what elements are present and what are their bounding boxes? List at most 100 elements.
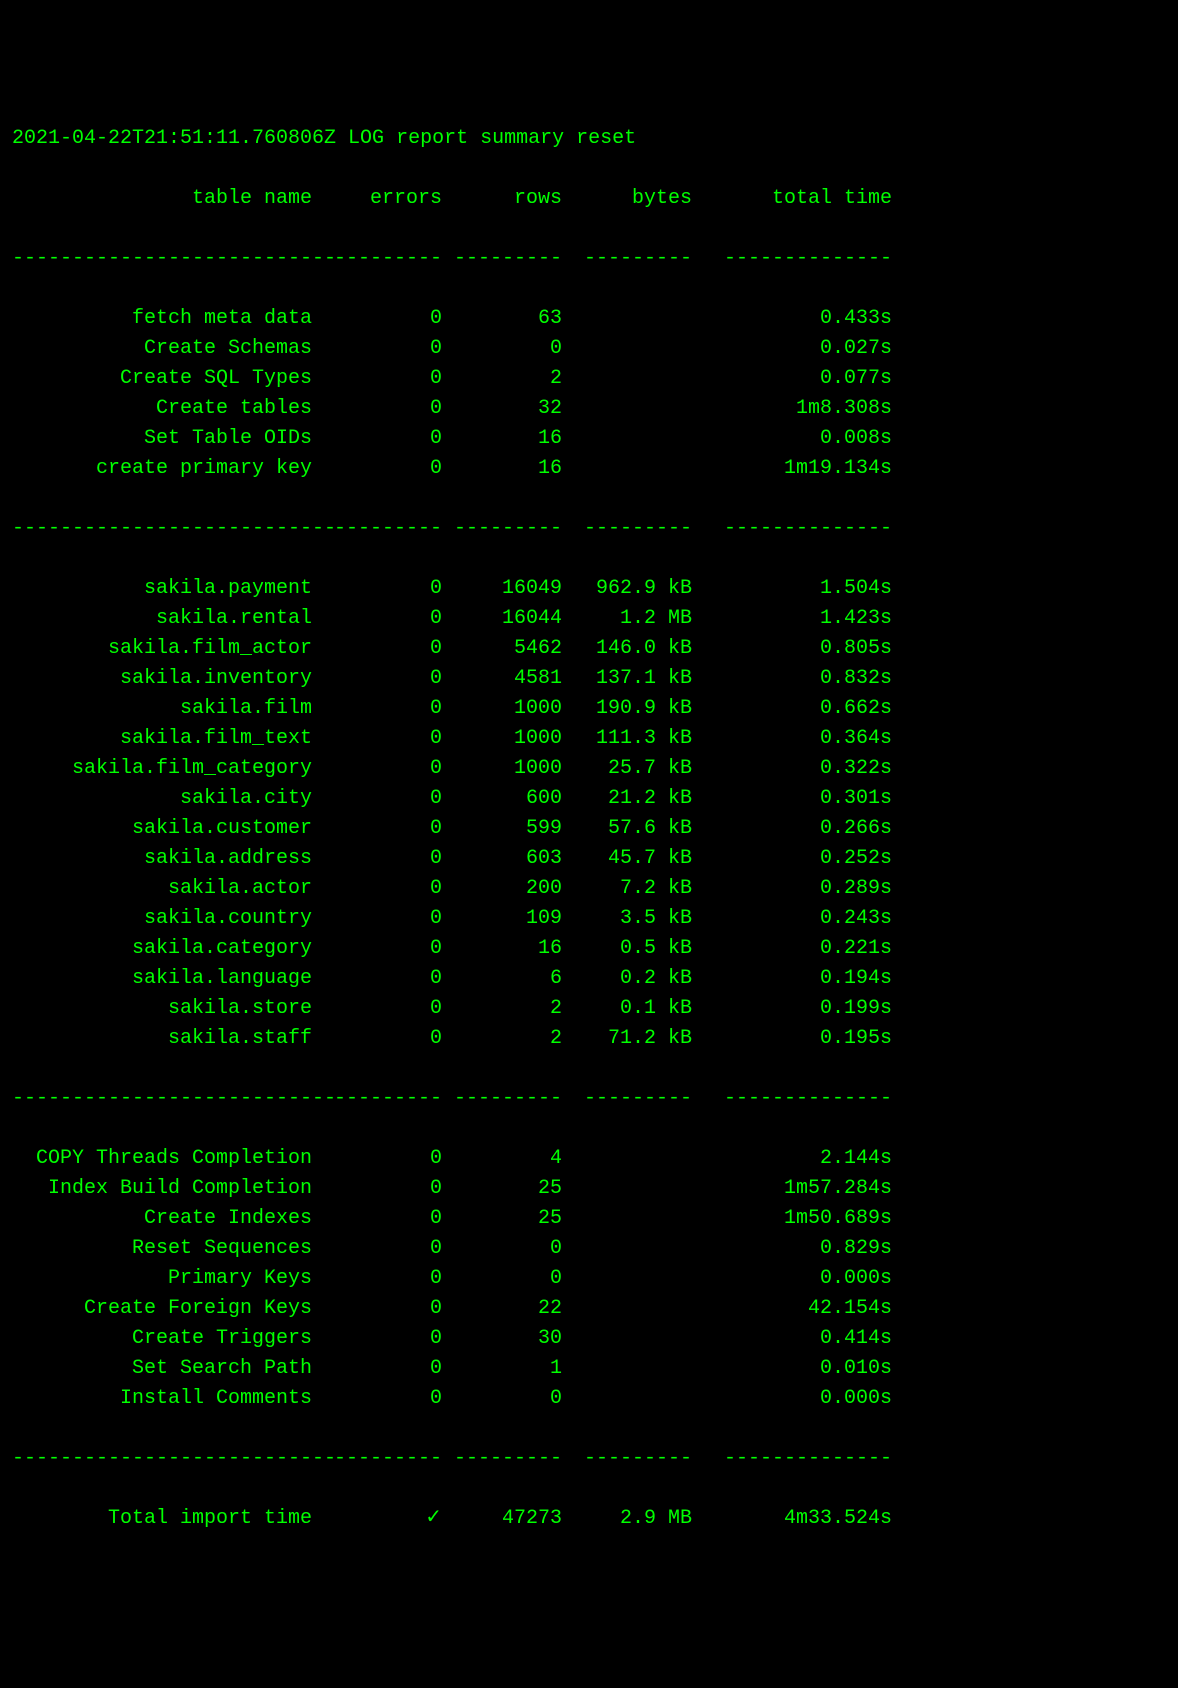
cell-bytes xyxy=(562,304,692,334)
table-row: sakila.actor 0 200 7.2 kB 0.289s xyxy=(12,874,1166,904)
cell-bytes: 137.1 kB xyxy=(562,664,692,694)
table-row: Create Foreign Keys 0 22 42.154s xyxy=(12,1294,1166,1324)
cell-rows: 32 xyxy=(442,394,562,424)
cell-errors: 0 xyxy=(312,694,442,724)
cell-rows: 109 xyxy=(442,904,562,934)
cell-time: 0.414s xyxy=(692,1324,892,1354)
cell-time: 0.832s xyxy=(692,664,892,694)
cell-time: 0.199s xyxy=(692,994,892,1024)
cell-time: 1m50.689s xyxy=(692,1204,892,1234)
separator-row xyxy=(12,1084,1166,1114)
total-name: Total import time xyxy=(12,1504,312,1534)
cell-bytes: 0.2 kB xyxy=(562,964,692,994)
cell-name: sakila.payment xyxy=(12,574,312,604)
cell-rows: 2 xyxy=(442,994,562,1024)
cell-errors: 0 xyxy=(312,964,442,994)
cell-bytes: 25.7 kB xyxy=(562,754,692,784)
cell-rows: 0 xyxy=(442,1384,562,1414)
cell-bytes: 0.5 kB xyxy=(562,934,692,964)
cell-bytes xyxy=(562,424,692,454)
cell-bytes xyxy=(562,1324,692,1354)
cell-errors: 0 xyxy=(312,1264,442,1294)
table-row: sakila.rental 0 16044 1.2 MB 1.423s xyxy=(12,604,1166,634)
table-row: sakila.language 0 6 0.2 kB 0.194s xyxy=(12,964,1166,994)
cell-rows: 30 xyxy=(442,1324,562,1354)
cell-errors: 0 xyxy=(312,1174,442,1204)
table-row: Reset Sequences 0 0 0.829s xyxy=(12,1234,1166,1264)
cell-errors: 0 xyxy=(312,574,442,604)
cell-rows: 6 xyxy=(442,964,562,994)
cell-time: 0.252s xyxy=(692,844,892,874)
cell-rows: 16044 xyxy=(442,604,562,634)
table-row: Index Build Completion 0 25 1m57.284s xyxy=(12,1174,1166,1204)
cell-errors: 0 xyxy=(312,1024,442,1054)
section-setup: fetch meta data 0 63 0.433sCreate Schema… xyxy=(12,304,1166,484)
table-row: sakila.film_text 0 1000 111.3 kB 0.364s xyxy=(12,724,1166,754)
cell-rows: 2 xyxy=(442,364,562,394)
cell-bytes xyxy=(562,1384,692,1414)
cell-name: sakila.rental xyxy=(12,604,312,634)
table-row: Set Search Path 0 1 0.010s xyxy=(12,1354,1166,1384)
cell-errors: 0 xyxy=(312,604,442,634)
cell-rows: 0 xyxy=(442,334,562,364)
cell-name: Primary Keys xyxy=(12,1264,312,1294)
cell-bytes: 146.0 kB xyxy=(562,634,692,664)
cell-time: 1.423s xyxy=(692,604,892,634)
cell-errors: 0 xyxy=(312,994,442,1024)
cell-name: sakila.address xyxy=(12,844,312,874)
cell-bytes xyxy=(562,1174,692,1204)
cell-time: 0.266s xyxy=(692,814,892,844)
cell-name: COPY Threads Completion xyxy=(12,1144,312,1174)
cell-bytes xyxy=(562,1264,692,1294)
table-row: COPY Threads Completion 0 4 2.144s xyxy=(12,1144,1166,1174)
separator-row xyxy=(12,514,1166,544)
cell-name: Create Triggers xyxy=(12,1324,312,1354)
separator-row xyxy=(12,1444,1166,1474)
cell-errors: 0 xyxy=(312,424,442,454)
log-line: 2021-04-22T21:51:11.760806Z LOG report s… xyxy=(12,124,1166,154)
cell-name: sakila.staff xyxy=(12,1024,312,1054)
cell-bytes: 57.6 kB xyxy=(562,814,692,844)
table-row: sakila.country 0 109 3.5 kB 0.243s xyxy=(12,904,1166,934)
section-tables: sakila.payment 0 16049 962.9 kB 1.504ssa… xyxy=(12,574,1166,1054)
cell-bytes xyxy=(562,1294,692,1324)
table-row: sakila.film 0 1000 190.9 kB 0.662s xyxy=(12,694,1166,724)
cell-errors: 0 xyxy=(312,1144,442,1174)
cell-bytes: 190.9 kB xyxy=(562,694,692,724)
header-errors: errors xyxy=(312,184,442,214)
cell-time: 1.504s xyxy=(692,574,892,604)
cell-time: 0.805s xyxy=(692,634,892,664)
cell-name: sakila.film_actor xyxy=(12,634,312,664)
cell-rows: 603 xyxy=(442,844,562,874)
cell-name: sakila.city xyxy=(12,784,312,814)
cell-name: Install Comments xyxy=(12,1384,312,1414)
cell-errors: 0 xyxy=(312,1234,442,1264)
cell-errors: 0 xyxy=(312,1294,442,1324)
cell-name: fetch meta data xyxy=(12,304,312,334)
cell-time: 2.144s xyxy=(692,1144,892,1174)
table-row: Create Schemas 0 0 0.027s xyxy=(12,334,1166,364)
cell-bytes: 7.2 kB xyxy=(562,874,692,904)
cell-errors: 0 xyxy=(312,1324,442,1354)
cell-name: Create tables xyxy=(12,394,312,424)
table-row: sakila.staff 0 2 71.2 kB 0.195s xyxy=(12,1024,1166,1054)
cell-name: Create Schemas xyxy=(12,334,312,364)
table-row: Create Indexes 0 25 1m50.689s xyxy=(12,1204,1166,1234)
table-row: fetch meta data 0 63 0.433s xyxy=(12,304,1166,334)
cell-time: 0.322s xyxy=(692,754,892,784)
cell-errors: 0 xyxy=(312,634,442,664)
cell-name: Set Table OIDs xyxy=(12,424,312,454)
cell-time: 0.364s xyxy=(692,724,892,754)
cell-bytes: 3.5 kB xyxy=(562,904,692,934)
cell-time: 42.154s xyxy=(692,1294,892,1324)
cell-rows: 2 xyxy=(442,1024,562,1054)
cell-name: sakila.inventory xyxy=(12,664,312,694)
cell-bytes xyxy=(562,454,692,484)
cell-time: 0.221s xyxy=(692,934,892,964)
cell-errors: 0 xyxy=(312,454,442,484)
cell-bytes xyxy=(562,1354,692,1384)
cell-errors: 0 xyxy=(312,364,442,394)
cell-time: 0.829s xyxy=(692,1234,892,1264)
table-row: sakila.payment 0 16049 962.9 kB 1.504s xyxy=(12,574,1166,604)
cell-rows: 1000 xyxy=(442,694,562,724)
